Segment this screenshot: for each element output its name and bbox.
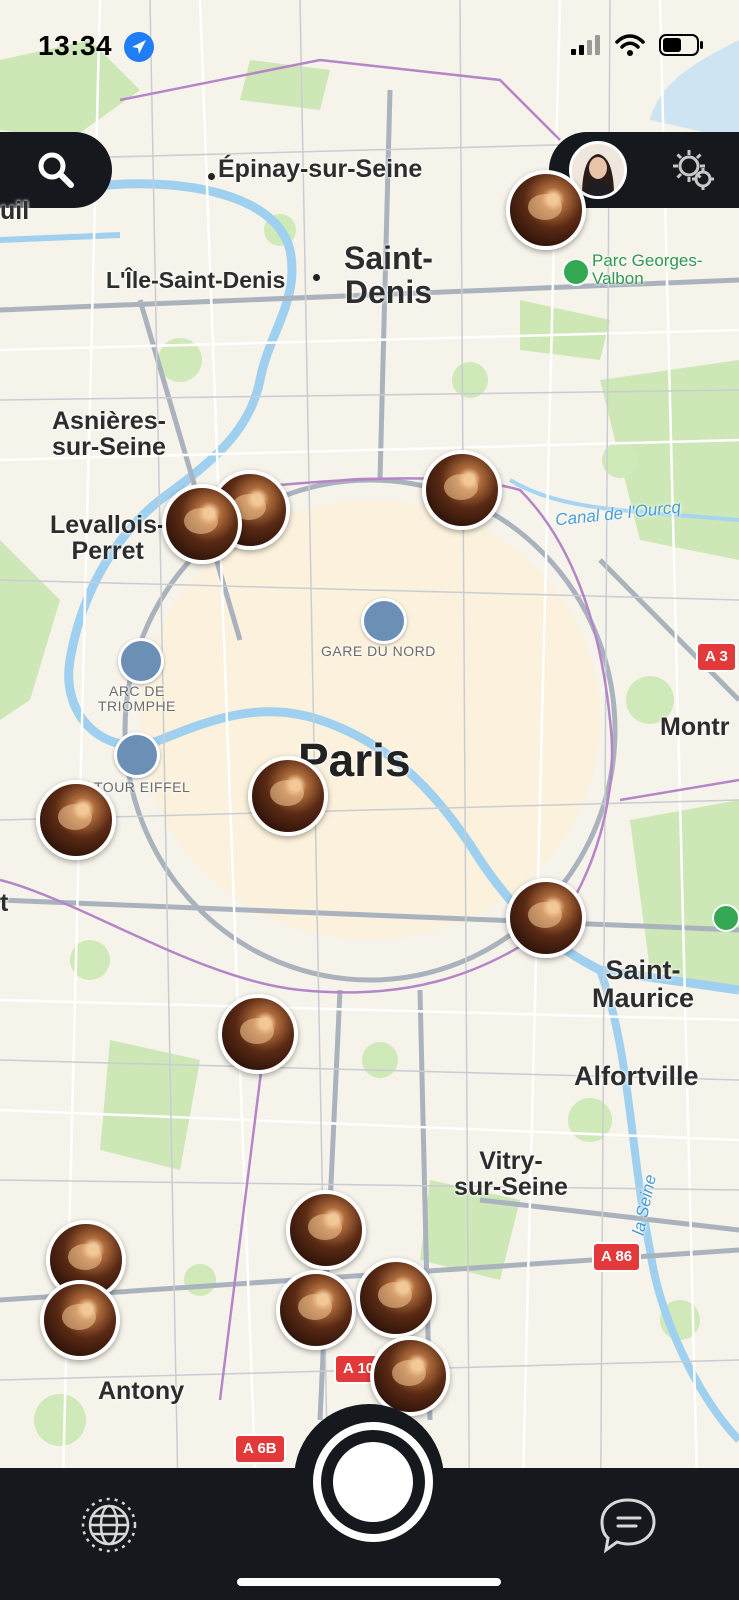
map-label-saint-maurice: Saint- Maurice bbox=[592, 955, 695, 1014]
map-label-saint-denis: Saint- Denis bbox=[344, 240, 433, 310]
train-station-icon[interactable] bbox=[361, 598, 407, 644]
map-dot bbox=[208, 173, 215, 180]
photo-pin[interactable] bbox=[370, 1336, 450, 1416]
globe-icon bbox=[81, 1497, 137, 1553]
road-shield-a3: A 3 bbox=[696, 642, 737, 672]
map-label-vitry: Vitry- sur-Seine bbox=[454, 1147, 568, 1202]
chat-button[interactable] bbox=[596, 1494, 660, 1561]
capture-button-inner bbox=[333, 1442, 413, 1522]
photo-pin[interactable] bbox=[286, 1190, 366, 1270]
photo-pin[interactable] bbox=[422, 450, 502, 530]
map-label-ile-saint-denis: L'Île-Saint-Denis bbox=[106, 267, 286, 293]
map-label-montr: Montr bbox=[660, 713, 730, 741]
photo-pin[interactable] bbox=[248, 756, 328, 836]
monument-icon[interactable] bbox=[118, 638, 164, 684]
home-indicator bbox=[237, 1578, 501, 1586]
road-shield-a86: A 86 bbox=[592, 1242, 642, 1272]
search-icon bbox=[38, 152, 74, 188]
map-label-tour-eiffel: TOUR EIFFEL bbox=[94, 779, 191, 795]
map-label-levallois: Levallois- Perret bbox=[50, 511, 166, 566]
photo-pin[interactable] bbox=[162, 484, 242, 564]
battery-icon bbox=[659, 34, 703, 56]
photo-pin[interactable] bbox=[40, 1280, 120, 1360]
photo-pin[interactable] bbox=[218, 994, 298, 1074]
globe-button[interactable] bbox=[78, 1494, 140, 1561]
map-label-arc: ARC DE TRIOMPHE bbox=[98, 683, 176, 714]
status-icons bbox=[571, 34, 705, 56]
map-label-edge-left: t bbox=[0, 889, 9, 917]
status-bar: 13:34 bbox=[0, 0, 739, 90]
map-label-parc-georges: Parc Georges- Valbon bbox=[592, 251, 703, 288]
status-time: 13:34 bbox=[38, 30, 113, 61]
map-label-antony: Antony bbox=[98, 1377, 185, 1405]
map-label-asnieres: Asnières- sur-Seine bbox=[52, 407, 166, 462]
photo-pin[interactable] bbox=[36, 780, 116, 860]
photo-pin[interactable] bbox=[506, 878, 586, 958]
photo-pin[interactable] bbox=[276, 1270, 356, 1350]
location-arrow-icon bbox=[124, 32, 154, 62]
park-icon bbox=[562, 258, 590, 286]
map-label-gare-du-nord: GARE DU NORD bbox=[321, 643, 436, 659]
signal-icon bbox=[571, 35, 600, 55]
landmark-icon[interactable] bbox=[114, 732, 160, 778]
wifi-icon bbox=[615, 34, 645, 56]
map-label-edge: uil bbox=[0, 197, 30, 225]
chat-bubble-icon bbox=[600, 1498, 656, 1554]
map-label-epinay: Épinay-sur-Seine bbox=[218, 155, 423, 183]
gear-icon[interactable] bbox=[669, 146, 717, 194]
park-icon bbox=[712, 904, 739, 932]
map-label-alfortville: Alfortville bbox=[574, 1061, 699, 1091]
road-shield-a6b: A 6B bbox=[234, 1434, 286, 1464]
capture-button[interactable] bbox=[313, 1422, 433, 1542]
map-dot bbox=[313, 274, 320, 281]
photo-pin[interactable] bbox=[506, 170, 586, 250]
photo-pin[interactable] bbox=[356, 1258, 436, 1338]
